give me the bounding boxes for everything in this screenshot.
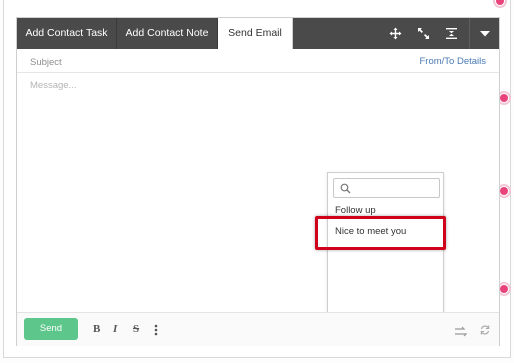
- collapse-icon[interactable]: [437, 18, 465, 49]
- italic-button[interactable]: I: [113, 322, 117, 336]
- refresh-icon[interactable]: [479, 323, 491, 341]
- tab-add-contact-task[interactable]: Add Contact Task: [17, 18, 117, 49]
- screenshot-frame: Add Contact Task Add Contact Note Send E…: [0, 0, 514, 363]
- subject-input[interactable]: [30, 55, 390, 69]
- more-options-icon[interactable]: [154, 323, 158, 341]
- bold-button[interactable]: B: [93, 322, 100, 336]
- compose-footer: Send B I S: [17, 312, 499, 346]
- tab-send-email[interactable]: Send Email: [218, 18, 293, 49]
- from-to-details-link[interactable]: From/To Details: [419, 56, 486, 67]
- expand-icon[interactable]: [409, 18, 437, 49]
- caret-down-icon[interactable]: [471, 18, 499, 49]
- move-icon[interactable]: [381, 18, 409, 49]
- strikethrough-button[interactable]: S: [133, 322, 139, 336]
- template-search-input[interactable]: [354, 182, 436, 195]
- toolbar-divider: [469, 18, 470, 49]
- template-search-field[interactable]: [333, 178, 440, 198]
- swap-icon[interactable]: [454, 324, 468, 342]
- template-dropdown: Follow up Nice to meet you: [327, 172, 444, 330]
- search-icon: [340, 183, 351, 194]
- compose-panel: Add Contact Task Add Contact Note Send E…: [16, 17, 500, 346]
- tab-add-contact-note[interactable]: Add Contact Note: [117, 18, 218, 49]
- subject-row: From/To Details: [17, 49, 499, 73]
- send-button[interactable]: Send: [24, 318, 78, 340]
- highlight-annotation-box: [315, 216, 446, 250]
- tab-bar: Add Contact Task Add Contact Note Send E…: [17, 18, 499, 49]
